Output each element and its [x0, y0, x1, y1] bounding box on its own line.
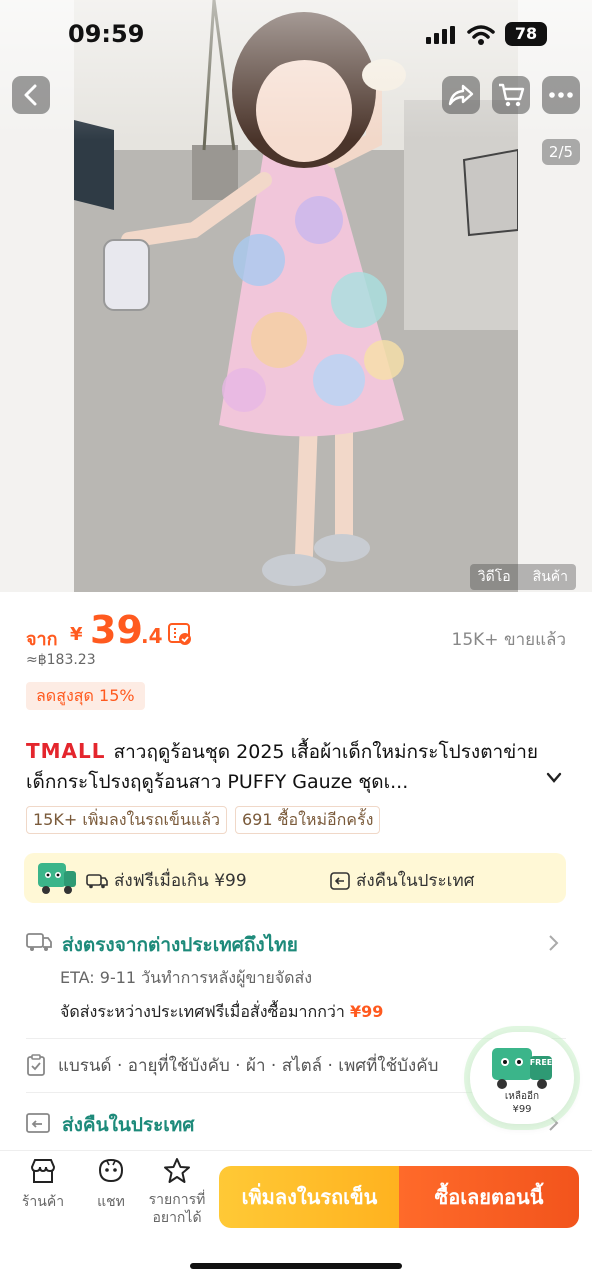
free-intl-amount: ¥99 [349, 1002, 384, 1021]
badge-label: เหลืออีก ¥99 [470, 1090, 574, 1116]
return-icon [330, 871, 350, 890]
free-intl-shipping: จัดส่งระหว่างประเทศฟรีเมื่อสั่งซื้อมากกว… [60, 1000, 383, 1025]
battery-level: 78 [505, 22, 547, 46]
buy-now-button[interactable]: ซื้อเลยตอนนี้ [399, 1166, 579, 1228]
chevron-left-icon [24, 84, 37, 106]
back-button[interactable] [12, 76, 50, 114]
more-button[interactable] [542, 76, 580, 114]
badge-line2: ¥99 [512, 1104, 532, 1115]
attributes-text: แบรนด์ · อายุที่ใช้บังคับ · ผ้า · สไตล์ … [58, 1056, 439, 1076]
sold-count: 15K+ ขายแล้ว [451, 630, 566, 650]
signal-icon [426, 26, 455, 44]
free-shipping-text: ส่งฟรีเมื่อเกิน ¥99 [114, 871, 247, 891]
bottom-action-bar: ร้านค้า แชท รายการที่ อยากได้ เพิ่มลงในร… [0, 1150, 592, 1280]
store-tab[interactable]: ร้านค้า [18, 1157, 68, 1213]
wishlist-tab[interactable]: รายการที่ อยากได้ [142, 1157, 212, 1227]
chat-label: แชท [97, 1194, 125, 1210]
chat-icon [98, 1158, 124, 1183]
truck-free-icon: FREE [492, 1048, 553, 1089]
chevron-right-icon [549, 935, 559, 951]
status-time: 09:59 [68, 20, 145, 48]
share-button[interactable] [442, 76, 480, 114]
badge-line1: เหลืออีก [504, 1091, 540, 1102]
free-delivery-icon [86, 873, 108, 888]
status-bar: 09:59 78 [0, 18, 592, 54]
return-title: ส่งคืนในประเทศ [62, 1114, 195, 1136]
store-label: ร้านค้า [21, 1194, 65, 1210]
store-icon [30, 1159, 56, 1183]
home-indicator [190, 1263, 402, 1269]
price-approx-thb: ≈฿183.23 [26, 652, 96, 668]
product-page: 09:59 78 2/5 วิดีโอ สินค้า จาก ¥ 39 .4 1… [0, 0, 592, 1280]
image-counter: 2/5 [542, 139, 580, 165]
chevron-down-icon[interactable] [546, 772, 562, 784]
add-to-cart-button[interactable]: เพิ่มลงในรถเข็น [219, 1166, 400, 1228]
shipping-eta: ETA: 9-11 วันทำการหลังผู้ขายจัดส่ง [60, 968, 313, 987]
free-shipping-info: ส่งฟรีเมื่อเกิน ¥99 [86, 867, 247, 894]
more-dots-icon [549, 92, 573, 98]
cart-icon [499, 83, 525, 107]
wifi-icon [467, 25, 495, 45]
wishlist-label-1: รายการที่ [148, 1192, 206, 1208]
tag-added-to-cart: 15K+ เพิ่มลงในรถเข็นแล้ว [26, 806, 227, 834]
coupon-icon[interactable] [167, 622, 193, 646]
chat-tab[interactable]: แชท [88, 1157, 134, 1213]
cart-button[interactable] [492, 76, 530, 114]
price-row: จาก ¥ 39 .4 15K+ ขายแล้ว [26, 608, 566, 652]
truck-icon [26, 933, 52, 951]
share-icon [448, 84, 474, 106]
domestic-return-text: ส่งคืนในประเทศ [356, 871, 475, 891]
price-from-label: จาก [26, 629, 58, 650]
badge-free-text: FREE [530, 1058, 553, 1067]
price-decimal: .4 [141, 624, 163, 648]
truck-mascot-icon [38, 863, 76, 894]
return-box-icon [26, 1113, 50, 1133]
tag-repurchase: 691 ซื้อใหม่อีกครั้ง [235, 806, 381, 834]
wishlist-label-2: อยากได้ [152, 1210, 202, 1226]
tab-video[interactable]: วิดีโอ [478, 566, 511, 588]
tmall-logo: TMALL [26, 739, 106, 763]
free-intl-text: จัดส่งระหว่างประเทศฟรีเมื่อสั่งซื้อมากกว… [60, 1002, 345, 1021]
shipping-title: ส่งตรงจากต่างประเทศถึงไทย [62, 934, 298, 956]
product-image-gallery[interactable]: 09:59 78 2/5 วิดีโอ สินค้า [0, 0, 592, 592]
tab-product[interactable]: สินค้า [533, 566, 568, 588]
free-shipping-progress-badge[interactable]: FREE เหลืออีก ¥99 [470, 1032, 574, 1124]
price-integer: 39 [90, 608, 143, 652]
discount-badge: ลดสูงสุด 15% [26, 682, 145, 710]
domestic-return-info: ส่งคืนในประเทศ [330, 867, 474, 894]
social-proof-tags: 15K+ เพิ่มลงในรถเข็นแล้ว 691 ซื้อใหม่อีก… [26, 806, 381, 834]
price-currency: ¥ [70, 624, 83, 645]
clipboard-icon [27, 1054, 45, 1076]
star-icon [164, 1158, 190, 1183]
shipping-banner[interactable]: ส่งฟรีเมื่อเกิน ¥99 ส่งคืนในประเทศ [24, 853, 566, 903]
media-tabs: วิดีโอ สินค้า [469, 564, 576, 590]
product-title[interactable]: TMALL สาวฤดูร้อนชุด 2025 เสื้อผ้าเด็กใหม่… [26, 736, 566, 797]
